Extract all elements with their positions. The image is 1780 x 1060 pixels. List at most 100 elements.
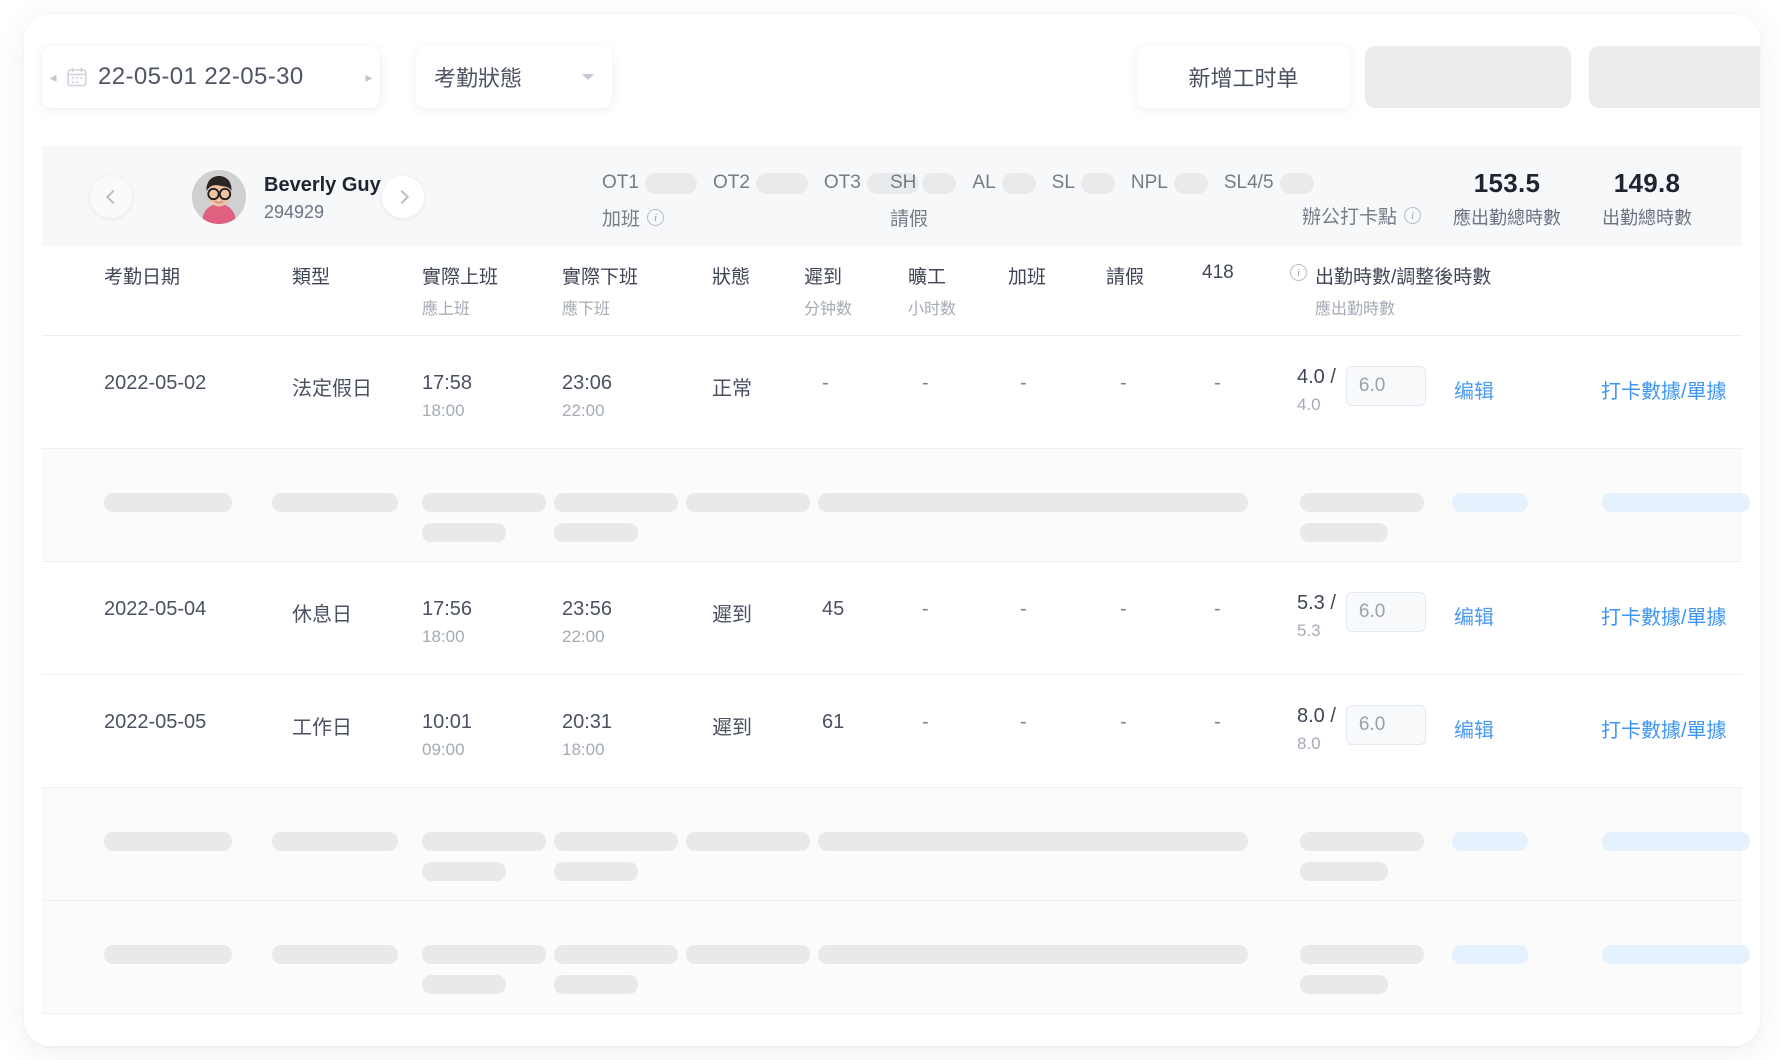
skeleton-bar <box>686 493 810 512</box>
edit-link[interactable]: 编辑 <box>1454 714 1494 743</box>
chevron-down-icon <box>582 74 594 80</box>
leave-value-placeholder-sh <box>922 172 957 194</box>
leave-label-sh: SH <box>890 172 917 193</box>
cell-type: 休息日 <box>292 604 352 626</box>
next-employee-button[interactable] <box>382 176 424 218</box>
cell-scheduled-in-value: 18:00 <box>422 627 465 646</box>
app-root: ◂ 22-05-01 22-05-30 ▸ 考勤狀態 新增工时单 Beverly… <box>0 0 1780 1060</box>
cell-actual-in: 17:58 18:00 <box>422 372 472 421</box>
col-header-absent-title: 曠工 <box>908 267 947 288</box>
cell-date: 2022-05-05 <box>104 711 207 733</box>
cell-hours: 5.3 / 5.3 <box>1297 592 1426 641</box>
edit-link[interactable]: 编辑 <box>1454 601 1494 630</box>
info-icon-overtime[interactable]: i <box>647 209 665 226</box>
col-header-actual-out-sub: 應下班 <box>562 301 611 318</box>
cell-hours-sub: 4.0 <box>1297 395 1321 414</box>
employee-id: 294929 <box>264 202 325 222</box>
overtime-group-label-wrap: 加班 i <box>602 204 935 231</box>
table-row[interactable]: 2022-05-05 工作日 10:01 09:00 20:31 18:00 遲… <box>42 675 1742 788</box>
col-header-overtime: 加班 <box>1008 267 1047 288</box>
cell-status: 遲到 <box>712 604 752 626</box>
employee-name: Beverly Guy <box>264 174 381 196</box>
chevron-left-icon <box>105 189 120 205</box>
cell-418: - <box>1214 598 1221 620</box>
cell-status: 正常 <box>712 378 752 400</box>
cell-actual-out: 23:06 22:00 <box>562 372 612 421</box>
skeleton-bar-blue <box>1602 945 1750 964</box>
skeleton-bar <box>818 945 1248 964</box>
col-header-actual-in-title: 實際上班 <box>422 267 499 288</box>
skeleton-bar <box>818 832 1248 851</box>
col-header-leave: 請假 <box>1106 267 1145 288</box>
toolbar-placeholder-button-1[interactable] <box>1365 46 1571 108</box>
punch-data-link[interactable]: 打卡數據/單據 <box>1601 601 1727 630</box>
cell-date: 2022-05-04 <box>104 598 207 620</box>
skeleton-bar <box>1300 862 1388 881</box>
skeleton-bar <box>686 832 810 851</box>
col-header-absent-sub: 小时数 <box>908 301 957 318</box>
status-filter-select[interactable]: 考勤狀態 <box>416 46 612 108</box>
skeleton-bar <box>104 945 232 964</box>
chevron-right-icon <box>394 189 409 205</box>
cell-418: - <box>1214 711 1221 733</box>
cell-type: 工作日 <box>292 717 352 739</box>
info-icon-punch-point[interactable]: i <box>1404 207 1422 224</box>
overtime-summary-group: OT1 OT2 OT3 加班 i <box>602 168 935 231</box>
cell-date: 2022-05-02 <box>104 372 207 394</box>
skeleton-bar <box>422 945 546 964</box>
date-next-icon[interactable]: ▸ <box>358 70 380 84</box>
table-row[interactable]: 2022-05-04 休息日 17:56 18:00 23:56 22:00 遲… <box>42 562 1742 675</box>
date-range-picker[interactable]: ◂ 22-05-01 22-05-30 ▸ <box>42 46 380 108</box>
info-icon-hours[interactable]: i <box>1290 264 1307 281</box>
edit-link[interactable]: 编辑 <box>1454 375 1494 404</box>
skeleton-bar <box>554 523 638 542</box>
adjusted-hours-input[interactable] <box>1345 705 1426 745</box>
col-header-date: 考勤日期 <box>104 267 181 288</box>
cell-scheduled-in-value: 09:00 <box>422 740 465 759</box>
punch-point-label-wrap: 辦公打卡點 i <box>1302 202 1422 229</box>
punch-data-link[interactable]: 打卡數據/單據 <box>1601 714 1727 743</box>
adjusted-hours-input[interactable] <box>1345 366 1426 406</box>
cell-418: - <box>1214 372 1221 394</box>
col-header-actual-in-sub: 應上班 <box>422 301 471 318</box>
skeleton-bar <box>1300 832 1424 851</box>
cell-hours: 4.0 / 4.0 <box>1297 366 1426 415</box>
cell-actual-in: 17:56 18:00 <box>422 598 472 647</box>
cell-actual-out-value: 23:06 <box>562 372 613 394</box>
toolbar-placeholder-button-2[interactable] <box>1589 46 1760 108</box>
cell-leave: - <box>1120 598 1127 620</box>
leave-group-label-wrap: 請假 <box>890 204 1330 231</box>
table-row[interactable]: 2022-05-02 法定假日 17:58 18:00 23:06 22:00 … <box>42 336 1742 449</box>
cell-late: 45 <box>822 598 845 620</box>
col-header-hours: i 出勤時數/調整後時數 應出勤時數 <box>1290 262 1491 319</box>
col-header-hours-title: 出勤時數/調整後時數 <box>1315 267 1492 288</box>
col-header-actual-in: 實際上班 應上班 <box>422 262 498 319</box>
skeleton-bar <box>554 975 638 994</box>
leave-chip-sl: SL <box>1052 172 1115 194</box>
punch-data-link[interactable]: 打卡數據/單據 <box>1601 375 1727 404</box>
overtime-label-ot2: OT2 <box>712 172 750 193</box>
stat-value-expected: 153.5 <box>1473 168 1541 198</box>
overtime-label-ot3: OT3 <box>823 172 861 193</box>
leave-chip-sl45: SL4/5 <box>1224 172 1314 194</box>
cell-hours-sub: 5.3 <box>1297 621 1321 640</box>
leave-summary-group: SH AL SL NPL SL4/5 請假 <box>890 168 1330 231</box>
table-row-skeleton <box>42 788 1750 901</box>
stat-label-actual: 出勤總時數 <box>1602 208 1692 228</box>
cell-actual-out: 23:56 22:00 <box>562 598 612 647</box>
cell-late: - <box>822 372 829 394</box>
skeleton-bar <box>818 493 1248 512</box>
adjusted-hours-input[interactable] <box>1345 592 1426 632</box>
leave-value-placeholder-sl45 <box>1279 172 1314 194</box>
overtime-group-label: 加班 <box>602 209 641 230</box>
skeleton-bar-blue <box>1602 832 1750 851</box>
add-timesheet-button[interactable]: 新增工时单 <box>1137 46 1350 108</box>
skeleton-bar <box>272 945 398 964</box>
cell-overtime: - <box>1020 598 1027 620</box>
table-row-skeleton <box>42 449 1750 562</box>
date-prev-icon[interactable]: ◂ <box>42 70 64 84</box>
date-range-text[interactable]: 22-05-01 22-05-30 <box>98 63 358 91</box>
prev-employee-button[interactable] <box>90 176 132 218</box>
skeleton-bar <box>554 862 638 881</box>
skeleton-bar-blue <box>1452 832 1528 851</box>
